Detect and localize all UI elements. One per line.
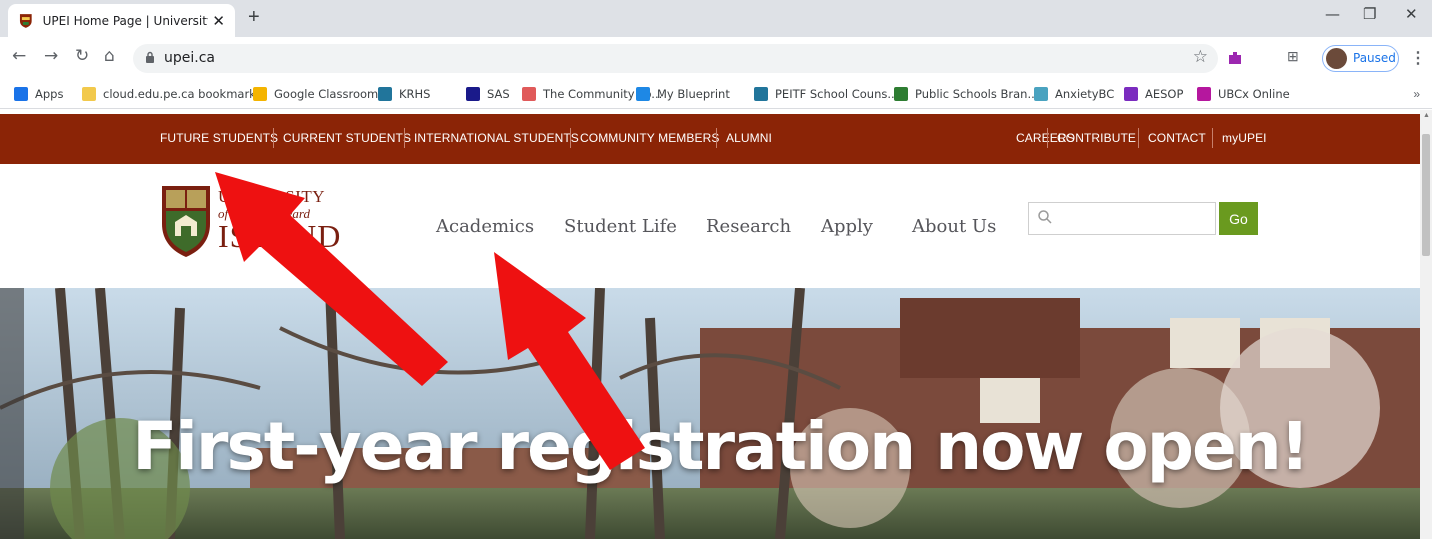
search-go-button[interactable]: Go: [1219, 202, 1258, 235]
page-scrollbar[interactable]: ▲: [1420, 110, 1432, 539]
extension-puzzle-icon[interactable]: [1226, 49, 1244, 67]
bookmark-label: My Blueprint: [657, 87, 730, 101]
menu-kebab-icon[interactable]: ⋮: [1410, 48, 1426, 68]
bookmark-item[interactable]: SAS: [466, 87, 510, 101]
edx-icon: [1197, 87, 1211, 101]
bookmarks-bar: Apps cloud.edu.pe.ca bookmarks Google Clas…: [0, 80, 1432, 109]
nav-divider: [1212, 128, 1213, 148]
bookmark-item[interactable]: AnxietyBC: [1034, 87, 1114, 101]
scrollbar-thumb[interactable]: [1422, 134, 1430, 256]
nav-divider: [273, 128, 274, 148]
apps-grid-icon: [14, 87, 28, 101]
hero-headline[interactable]: First-year registration now open!: [0, 408, 1420, 485]
utility-link-contribute[interactable]: CONTRIBUTE: [1057, 131, 1136, 145]
bookmark-item[interactable]: Apps: [14, 87, 63, 101]
bookmarks-overflow-chevron-icon[interactable]: »: [1413, 87, 1420, 101]
window-close-icon[interactable]: ✕: [1405, 5, 1418, 23]
utility-link-alumni[interactable]: ALUMNI: [726, 131, 772, 145]
address-bar[interactable]: upei.ca ☆: [133, 44, 1218, 73]
new-tab-plus-icon[interactable]: +: [248, 6, 260, 29]
bookmark-item[interactable]: UBCx Online: [1197, 87, 1290, 101]
tab-strip: UPEI Home Page | University of P ✕ + — ❐…: [0, 0, 1432, 37]
wordpress-icon: [378, 87, 392, 101]
bookmark-label: Apps: [35, 87, 64, 101]
nav-research[interactable]: Research: [706, 216, 791, 237]
minimize-icon[interactable]: —: [1325, 5, 1340, 23]
nav-apply[interactable]: Apply: [821, 216, 873, 237]
wordpress-icon: [754, 87, 768, 101]
back-arrow-icon[interactable]: ←: [12, 46, 26, 66]
web-page: FUTURE STUDENTS CURRENT STUDENTS INTERNATI…: [0, 110, 1420, 539]
utility-link-international-students[interactable]: INTERNATIONAL STUDENTS: [414, 131, 579, 145]
profile-status-label: Paused: [1353, 51, 1396, 65]
restore-icon[interactable]: ❐: [1363, 5, 1376, 23]
sas-icon: [466, 87, 480, 101]
upei-shield-favicon-icon: [19, 13, 32, 28]
bookmark-label: KRHS: [399, 87, 431, 101]
tab-title: UPEI Home Page | University of P: [42, 13, 209, 28]
tab-close-icon[interactable]: ✕: [212, 12, 225, 30]
forward-arrow-icon[interactable]: →: [44, 46, 58, 66]
utility-link-myupei[interactable]: myUPEI: [1222, 131, 1267, 145]
browser-toolbar: ← → ↻ ⌂ upei.ca ☆ ⊞ Paused ⋮: [0, 37, 1432, 80]
bookmark-label: AESOP: [1145, 87, 1184, 101]
browser-window: UPEI Home Page | University of P ✕ + — ❐…: [0, 0, 1432, 539]
home-icon[interactable]: ⌂: [104, 46, 115, 66]
site-header: UNIVERSITY of Prince Edward ISLAND Acade…: [0, 164, 1420, 288]
bookmark-star-icon[interactable]: ☆: [1193, 47, 1208, 67]
bookmark-item[interactable]: Google Classroom: [253, 87, 378, 101]
search-icon: [1038, 210, 1052, 224]
nav-divider: [716, 128, 717, 148]
bookmark-label: PEITF School Couns...: [775, 87, 899, 101]
bookmark-item[interactable]: cloud.edu.pe.ca bookmarks: [82, 87, 262, 101]
logo-line-university: UNIVERSITY: [218, 187, 325, 206]
bookmark-label: AnxietyBC: [1055, 87, 1115, 101]
nav-academics[interactable]: Academics: [436, 216, 534, 237]
nav-divider: [570, 128, 571, 148]
browser-tab[interactable]: UPEI Home Page | University of P ✕: [8, 4, 235, 37]
bookmark-item[interactable]: My Blueprint: [636, 87, 730, 101]
nav-divider: [1138, 128, 1139, 148]
scroll-up-icon[interactable]: ▲: [1423, 112, 1430, 119]
leaf-icon: [894, 87, 908, 101]
reload-icon[interactable]: ↻: [75, 46, 89, 66]
profile-paused-button[interactable]: Paused: [1322, 45, 1399, 72]
anxietybc-icon: [1034, 87, 1048, 101]
bookmark-item[interactable]: KRHS: [378, 87, 430, 101]
search-input[interactable]: [1059, 208, 1209, 230]
blueprint-icon: [636, 87, 650, 101]
bookmark-item[interactable]: AESOP: [1124, 87, 1183, 101]
site-search-box: [1028, 202, 1216, 235]
bookmark-item[interactable]: Public Schools Bran...: [894, 87, 1038, 101]
tree-icon: [522, 87, 536, 101]
utility-link-current-students[interactable]: CURRENT STUDENTS: [283, 131, 411, 145]
lock-icon: [146, 51, 154, 63]
bookmark-label: cloud.edu.pe.ca bookmarks: [103, 87, 262, 101]
utility-link-future-students[interactable]: FUTURE STUDENTS: [160, 131, 278, 145]
logo-line-island: ISLAND: [218, 218, 342, 254]
extensions-grid-icon[interactable]: ⊞: [1287, 48, 1299, 65]
address-url: upei.ca: [164, 50, 215, 66]
hero-banner: First-year registration now open!: [0, 288, 1420, 539]
utility-link-contact[interactable]: CONTACT: [1148, 131, 1206, 145]
bookmark-item[interactable]: PEITF School Couns...: [754, 87, 898, 101]
bookmark-label: Public Schools Bran...: [915, 87, 1039, 101]
bookmark-label: SAS: [487, 87, 510, 101]
nav-student-life[interactable]: Student Life: [564, 216, 677, 237]
folder-icon: [82, 87, 96, 101]
utility-nav: FUTURE STUDENTS CURRENT STUDENTS INTERNATI…: [0, 114, 1420, 164]
nav-about-us[interactable]: About Us: [912, 216, 996, 237]
bookmark-label: Google Classroom: [274, 87, 379, 101]
bookmark-label: UBCx Online: [1218, 87, 1290, 101]
nav-divider: [404, 128, 405, 148]
nav-divider: [1047, 128, 1048, 148]
aesop-icon: [1124, 87, 1138, 101]
upei-crest-icon: [162, 186, 210, 257]
upei-logo[interactable]: UNIVERSITY of Prince Edward ISLAND: [160, 184, 340, 259]
classroom-icon: [253, 87, 267, 101]
utility-link-community-members[interactable]: COMMUNITY MEMBERS: [580, 131, 719, 145]
avatar: [1326, 48, 1347, 69]
